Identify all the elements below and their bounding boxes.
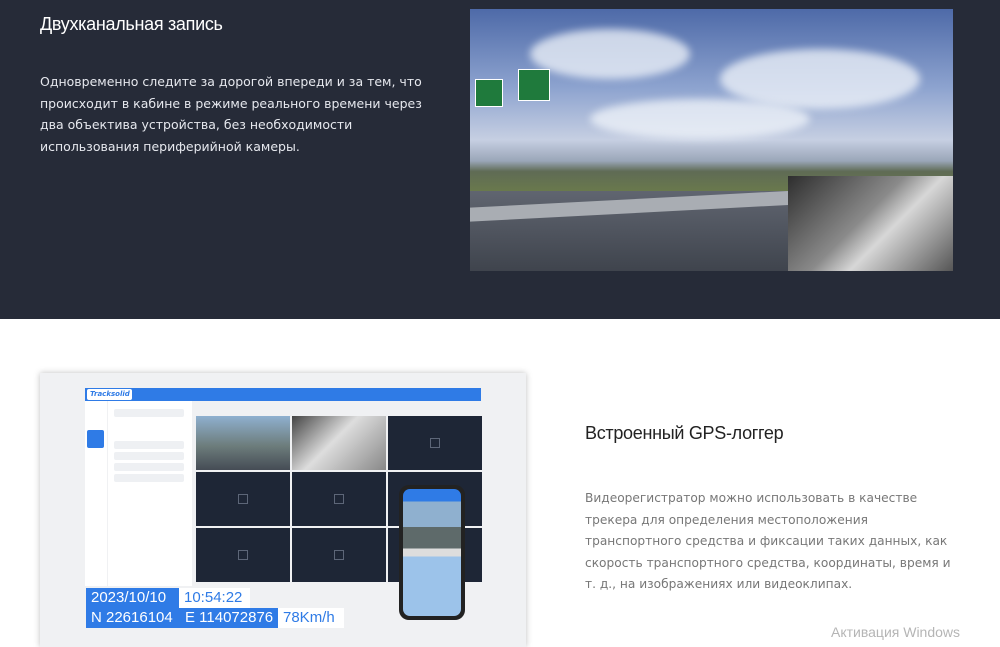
overlay-date: 2023/10/10: [86, 588, 181, 608]
app-logo: Tracksolid: [87, 389, 132, 400]
dashcam-road-image: [470, 9, 953, 271]
sidebar-active-item: [87, 430, 104, 448]
cabin-camera-inset: [788, 176, 953, 271]
overlay-longitude: E 114072876: [180, 608, 278, 628]
road-sign: [475, 79, 503, 107]
overlay-latitude: N 22616104: [86, 608, 181, 628]
windows-activation-watermark: Активация Windows: [831, 624, 961, 640]
section-text: Одновременно следите за дорогой впереди …: [40, 74, 422, 154]
section-text: Видеорегистратор можно использовать в ка…: [585, 491, 951, 591]
overlay-time: 10:54:22: [179, 588, 250, 608]
phone-mockup: [399, 485, 465, 620]
device-list: [108, 401, 192, 586]
gps-tracking-screenshot: Tracksolid 2023/10/10 10:54:22 N 2261610…: [40, 373, 526, 647]
section-title: Двухканальная запись: [40, 14, 223, 34]
dual-channel-section: Двухканальная запись Одновременно следит…: [0, 0, 1000, 319]
section-title: Встроенный GPS-логгер: [585, 423, 784, 443]
overlay-speed: 78Km/h: [278, 608, 344, 628]
road-sign: [518, 69, 550, 101]
app-sidebar: [85, 401, 107, 586]
app-navbar: [85, 388, 481, 401]
